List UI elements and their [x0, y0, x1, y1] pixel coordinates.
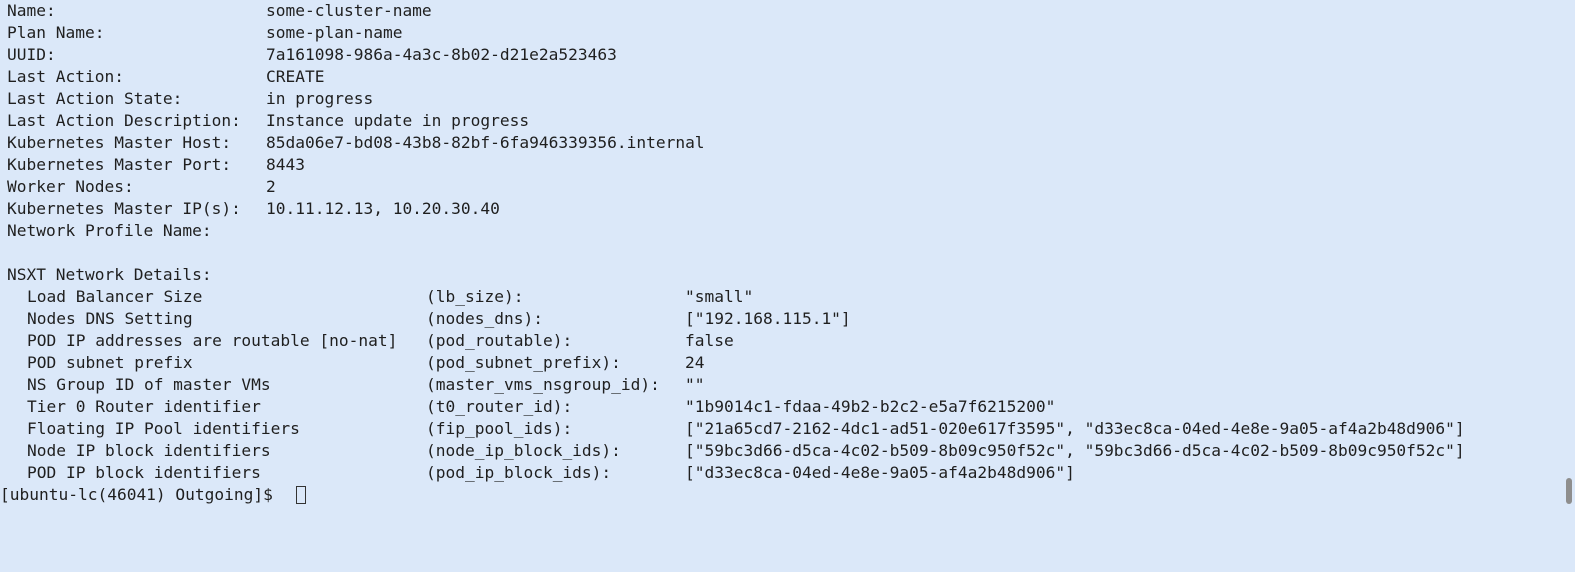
nsxt-value: 24: [685, 353, 705, 372]
nsxt-desc: POD subnet prefix: [27, 353, 193, 372]
nsxt-desc: Load Balancer Size: [27, 287, 203, 306]
field-value: CREATE: [266, 67, 325, 86]
nsxt-desc: POD IP addresses are routable [no-nat]: [27, 331, 398, 350]
summary-line-network-profile: Network Profile Name:: [7, 220, 212, 242]
nsxt-value: ["d33ec8ca-04ed-4e8e-9a05-af4a2b48d906"]: [685, 463, 1075, 482]
nsxt-desc: Node IP block identifiers: [27, 441, 271, 460]
nsxt-key: (t0_router_id):: [426, 397, 573, 416]
nsxt-desc: Tier 0 Router identifier: [27, 397, 261, 416]
nsxt-key: (pod_subnet_prefix):: [426, 353, 621, 372]
nsxt-key: (pod_routable):: [426, 331, 573, 350]
nsxt-key: (nodes_dns):: [426, 309, 543, 328]
nsxt-row-pod-subnet-prefix: POD subnet prefix (pod_subnet_prefix): 2…: [7, 352, 705, 374]
nsxt-row-pod-routable: POD IP addresses are routable [no-nat] (…: [7, 330, 734, 352]
summary-line-last-action-state: Last Action State: in progress: [7, 88, 373, 110]
shell-prompt-line[interactable]: [ubuntu-lc(46041) Outgoing]$: [0, 484, 306, 506]
nsxt-key: (pod_ip_block_ids):: [426, 463, 612, 482]
field-label: Worker Nodes:: [7, 177, 134, 196]
nsxt-key: (master_vms_nsgroup_id):: [426, 375, 660, 394]
nsxt-value: "1b9014c1-fdaa-49b2-b2c2-e5a7f6215200": [685, 397, 1056, 416]
nsxt-key: (node_ip_block_ids):: [426, 441, 621, 460]
field-value: Instance update in progress: [266, 111, 530, 130]
field-label: Last Action State:: [7, 89, 183, 108]
nsxt-row-t0-router-id: Tier 0 Router identifier (t0_router_id):…: [7, 396, 1055, 418]
summary-line-master-ips: Kubernetes Master IP(s): 10.11.12.13, 10…: [7, 198, 500, 220]
field-value: 10.11.12.13, 10.20.30.40: [266, 199, 500, 218]
nsxt-row-pod-ip-block-ids: POD IP block identifiers (pod_ip_block_i…: [7, 462, 1075, 484]
field-value: some-cluster-name: [266, 1, 432, 20]
field-label: Last Action:: [7, 67, 124, 86]
summary-line-last-action: Last Action: CREATE: [7, 66, 324, 88]
field-label: Network Profile Name:: [7, 221, 212, 240]
nsxt-heading: NSXT Network Details:: [7, 265, 212, 284]
scrollbar-thumb[interactable]: [1566, 478, 1572, 504]
field-label: Plan Name:: [7, 23, 105, 42]
summary-line-name: Name: some-cluster-name: [7, 0, 432, 22]
field-label: UUID:: [7, 45, 56, 64]
nsxt-row-master-vms-nsgroup: NS Group ID of master VMs (master_vms_ns…: [7, 374, 705, 396]
nsxt-row-nodes-dns: Nodes DNS Setting (nodes_dns): ["192.168…: [7, 308, 851, 330]
nsxt-value: "small": [685, 287, 754, 306]
field-label: Last Action Description:: [7, 111, 241, 130]
text-cursor[interactable]: [296, 486, 306, 504]
field-value: in progress: [266, 89, 374, 108]
nsxt-value: ["192.168.115.1"]: [685, 309, 851, 328]
summary-line-master-port: Kubernetes Master Port: 8443: [7, 154, 305, 176]
vertical-scrollbar[interactable]: [1563, 0, 1575, 507]
field-label: Name:: [7, 1, 56, 20]
field-label: Kubernetes Master Host:: [7, 133, 232, 152]
summary-line-worker-nodes: Worker Nodes: 2: [7, 176, 276, 198]
field-value: 7a161098-986a-4a3c-8b02-d21e2a523463: [266, 45, 617, 64]
field-value: 85da06e7-bd08-43b8-82bf-6fa946339356.int…: [266, 133, 705, 152]
field-label: Kubernetes Master Port:: [7, 155, 232, 174]
shell-prompt: [ubuntu-lc(46041) Outgoing]$: [0, 485, 283, 504]
nsxt-row-lb-size: Load Balancer Size (lb_size): "small": [7, 286, 753, 308]
nsxt-desc: Nodes DNS Setting: [27, 309, 193, 328]
nsxt-desc: POD IP block identifiers: [27, 463, 261, 482]
nsxt-desc: NS Group ID of master VMs: [27, 375, 271, 394]
field-value: some-plan-name: [266, 23, 403, 42]
nsxt-row-node-ip-block-ids: Node IP block identifiers (node_ip_block…: [7, 440, 1465, 462]
field-label: Kubernetes Master IP(s):: [7, 199, 241, 218]
nsxt-value: "": [685, 375, 705, 394]
nsxt-value: ["21a65cd7-2162-4dc1-ad51-020e617f3595",…: [685, 419, 1465, 438]
terminal-window[interactable]: Name: some-cluster-name Plan Name: some-…: [0, 0, 1575, 507]
summary-line-last-action-description: Last Action Description: Instance update…: [7, 110, 529, 132]
field-value: 2: [266, 177, 276, 196]
summary-line-plan-name: Plan Name: some-plan-name: [7, 22, 402, 44]
nsxt-desc: Floating IP Pool identifiers: [27, 419, 300, 438]
nsxt-key: (fip_pool_ids):: [426, 419, 573, 438]
summary-line-uuid: UUID: 7a161098-986a-4a3c-8b02-d21e2a5234…: [7, 44, 617, 66]
nsxt-key: (lb_size):: [426, 287, 524, 306]
nsxt-row-fip-pool-ids: Floating IP Pool identifiers (fip_pool_i…: [7, 418, 1465, 440]
summary-line-master-host: Kubernetes Master Host: 85da06e7-bd08-43…: [7, 132, 705, 154]
nsxt-value: false: [685, 331, 734, 350]
nsxt-value: ["59bc3d66-d5ca-4c02-b509-8b09c950f52c",…: [685, 441, 1465, 460]
field-value: 8443: [266, 155, 305, 174]
